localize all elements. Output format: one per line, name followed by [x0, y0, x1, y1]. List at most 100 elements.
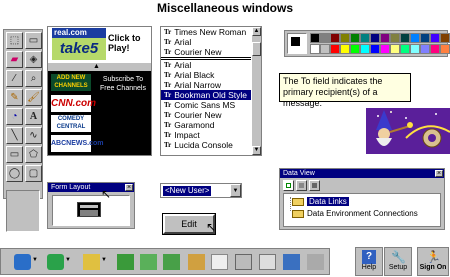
inbox-icon[interactable] [14, 254, 31, 270]
close-icon[interactable]: × [435, 170, 443, 177]
download-icon[interactable] [283, 254, 300, 270]
cnn-channel[interactable]: CNN.com [51, 95, 96, 112]
delete-icon[interactable] [307, 254, 324, 270]
find-icon[interactable] [235, 254, 252, 270]
rounded-rect-icon[interactable]: ▢ [25, 165, 42, 182]
color-swatch[interactable] [430, 44, 440, 54]
chevron-down-icon[interactable]: ▼ [101, 257, 107, 263]
properties-icon[interactable] [309, 180, 320, 191]
color-swatch[interactable] [340, 44, 350, 54]
add-connection-icon[interactable] [296, 180, 307, 191]
print-icon[interactable] [259, 254, 276, 270]
forward-icon[interactable] [117, 254, 134, 270]
send-receive-icon[interactable] [47, 254, 64, 270]
color-swatch[interactable] [410, 33, 420, 43]
font-list-item[interactable]: Tr Garamond [161, 120, 261, 130]
color-swatch[interactable] [420, 33, 430, 43]
subscribe-text[interactable]: Subscribe To Free Channels [98, 75, 148, 93]
font-list-item[interactable]: Tr Impact [161, 130, 261, 140]
color-swatch[interactable] [400, 44, 410, 54]
tree-item-data-env[interactable]: Data Environment Connections [292, 209, 418, 218]
font-list-item[interactable]: Tr Arial [161, 37, 261, 47]
add-channels-badge[interactable]: ADD NEW CHANNELS [51, 74, 91, 91]
eraser-icon[interactable]: ▰ [6, 51, 23, 68]
data-view-titlebar[interactable]: Data View × [280, 169, 444, 178]
tree-item-data-links[interactable]: Data Links [292, 197, 349, 206]
line-icon[interactable]: ╲ [6, 127, 23, 144]
polygon-icon[interactable]: ⬠ [25, 146, 42, 163]
cut-icon[interactable] [83, 254, 100, 270]
chevron-down-icon[interactable]: ▼ [230, 184, 241, 197]
abcnews-channel[interactable]: ABCNEWS.com [51, 135, 104, 152]
scroll-down-icon[interactable]: ▼ [252, 146, 261, 155]
ad-scroll[interactable]: ▲ [48, 63, 151, 71]
color-swatch[interactable] [420, 44, 430, 54]
rect-select-icon[interactable]: ▭ [25, 32, 42, 49]
form-layout-canvas[interactable] [52, 195, 130, 226]
ellipse-icon[interactable]: ◯ [6, 165, 23, 182]
color-swatch[interactable] [330, 44, 340, 54]
user-dropdown[interactable]: <New User> ▼ [160, 183, 242, 198]
color-swatch[interactable] [320, 44, 330, 54]
font-list-item[interactable]: Tr Arial [161, 60, 261, 70]
color-swatch[interactable] [390, 44, 400, 54]
close-icon[interactable]: × [125, 184, 133, 191]
color-swatch[interactable] [360, 44, 370, 54]
address-book-icon[interactable] [211, 254, 228, 270]
refresh-icon[interactable] [283, 180, 294, 191]
comedy-central-channel[interactable]: COMEDY CENTRAL [51, 115, 91, 132]
color-swatch[interactable] [440, 33, 450, 43]
color-swatch[interactable] [320, 33, 330, 43]
scroll-up-icon[interactable]: ▲ [252, 27, 261, 36]
color-swatch[interactable] [310, 44, 320, 54]
tool-options[interactable] [6, 190, 40, 232]
font-list-item[interactable]: Tr Comic Sans MS [161, 100, 261, 110]
reply-icon[interactable] [140, 254, 157, 270]
select-tool-icon[interactable]: ⬚ [6, 32, 23, 49]
setup-button[interactable]: 🔧 Setup [384, 247, 412, 276]
current-colors[interactable] [287, 33, 307, 54]
airbrush-icon[interactable]: ◔ [6, 108, 23, 125]
pencil-icon[interactable]: ✎ [6, 89, 23, 106]
font-list-item[interactable]: Tr Bookman Old Style [161, 90, 251, 100]
color-swatch[interactable] [370, 33, 380, 43]
text-tool-icon[interactable]: A [25, 108, 42, 125]
magnifier-icon[interactable]: ⌕ [25, 70, 42, 87]
scroll-up-icon[interactable]: ▲ [93, 63, 100, 71]
font-list[interactable]: Tr Times New Roman Tr Arial Tr Courier New Tr… [160, 26, 262, 156]
color-swatch[interactable] [310, 33, 320, 43]
form-layout-titlebar[interactable]: Form Layout × [48, 183, 134, 192]
fill-icon[interactable]: ◈ [25, 51, 42, 68]
eyedropper-icon[interactable]: ⁄ [6, 70, 23, 87]
font-list-item[interactable]: Tr Courier New [161, 47, 261, 57]
color-swatch[interactable] [340, 33, 350, 43]
data-view-tree[interactable]: Data Links Data Environment Connections [283, 193, 441, 227]
font-list-item[interactable]: Tr Courier New [161, 110, 261, 120]
channel-ad-panel[interactable]: real.com take5 Click to Play! ▲ ADD NEW … [47, 26, 152, 156]
color-swatch[interactable] [440, 44, 450, 54]
color-swatch[interactable] [400, 33, 410, 43]
folder-move-icon[interactable] [188, 254, 205, 270]
scroll-thumb[interactable] [252, 42, 261, 56]
color-swatch[interactable] [370, 44, 380, 54]
data-view-window[interactable]: Data View × Data Links Data Environment … [279, 168, 445, 230]
chevron-down-icon[interactable]: ▼ [65, 257, 71, 263]
font-list-item[interactable]: Tr Lucida Console [161, 140, 261, 150]
color-swatch[interactable] [380, 44, 390, 54]
reply-all-icon[interactable] [163, 254, 180, 270]
color-swatch[interactable] [350, 33, 360, 43]
brush-icon[interactable]: 🖌 [25, 89, 42, 106]
curve-icon[interactable]: ∿ [25, 127, 42, 144]
color-swatch[interactable] [360, 33, 370, 43]
screen-preview[interactable] [77, 202, 101, 217]
font-list-item[interactable]: Tr Arial Black [161, 70, 261, 80]
signon-button[interactable]: 🏃 Sign On [417, 247, 449, 276]
take5-banner[interactable]: real.com take5 Click to Play! [48, 27, 151, 63]
color-swatch[interactable] [380, 33, 390, 43]
color-swatch[interactable] [350, 44, 360, 54]
font-list-item[interactable]: Tr Times New Roman [161, 27, 261, 37]
font-list-item[interactable]: Tr Arial Narrow [161, 80, 261, 90]
color-swatch[interactable] [410, 44, 420, 54]
color-swatch[interactable] [390, 33, 400, 43]
color-swatch[interactable] [430, 33, 440, 43]
